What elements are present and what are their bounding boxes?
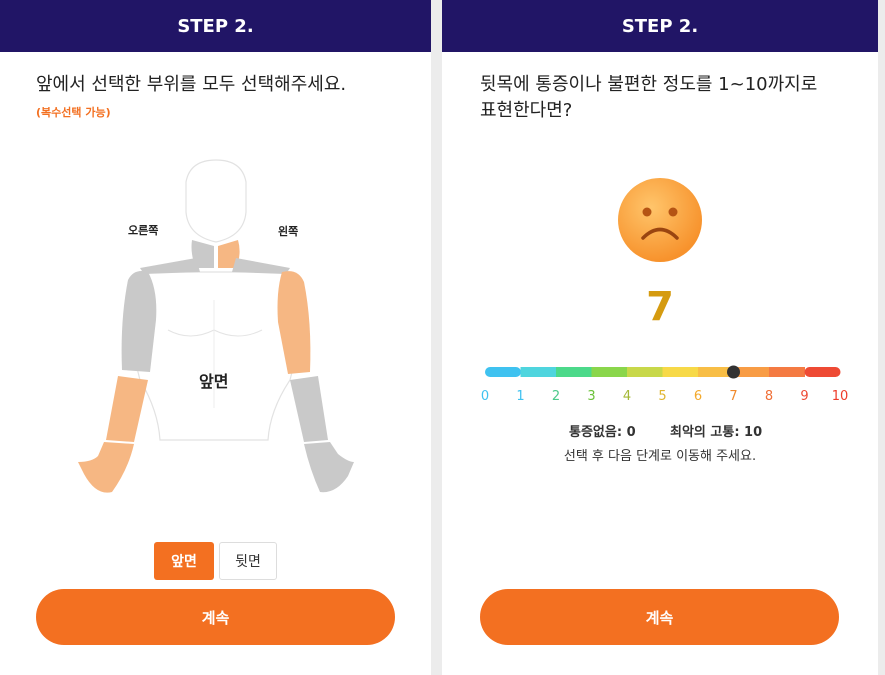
- tick-label: 10: [831, 389, 849, 404]
- score-value: 7: [646, 284, 674, 330]
- right-side-label: 오른쪽: [128, 224, 159, 237]
- tick-label: 3: [587, 389, 596, 404]
- slider-segment[interactable]: [591, 367, 628, 377]
- slider-segment[interactable]: [662, 367, 699, 377]
- view-label: 앞면: [199, 372, 229, 391]
- step-header: STEP 2.: [442, 0, 878, 52]
- continue-button[interactable]: 계속: [480, 589, 839, 645]
- tick-label: 9: [800, 389, 809, 404]
- upper-arm-right-part[interactable]: [121, 271, 157, 372]
- scale-ticks: 0 1 2 3 4 5 6 7 8 9 10: [442, 389, 878, 405]
- slider-segment[interactable]: [485, 367, 521, 377]
- tick-label: 1: [516, 389, 525, 404]
- pain-scale-panel: STEP 2. 뒷목에 통증이나 불편한 정도를 1~10까지로 표현한다면? …: [442, 0, 878, 675]
- hint-text: 선택 후 다음 단계로 이동해 주세요.: [563, 449, 757, 464]
- hand-right-part[interactable]: [78, 442, 134, 493]
- sad-face-icon: [618, 178, 702, 262]
- back-view-button[interactable]: 뒷면: [219, 542, 277, 580]
- question-line-1: 뒷목에 통증이나 불편한 정도를 1~10까지로: [480, 74, 818, 95]
- legend-no-pain: 통증없음: 0: [569, 425, 636, 440]
- tick-label: 2: [551, 389, 561, 404]
- body-diagram: [78, 159, 354, 493]
- forearm-right-part[interactable]: [106, 376, 148, 442]
- left-side-label: 왼쪽: [278, 225, 299, 238]
- slider-segment[interactable]: [627, 367, 663, 377]
- legend-worst-pain: 최악의 고통: 10: [670, 425, 763, 440]
- slider-segment[interactable]: [769, 367, 805, 377]
- tick-label: 4: [622, 389, 632, 404]
- slider-segment[interactable]: [520, 367, 557, 377]
- tick-label: 8: [764, 389, 774, 404]
- slider-knob[interactable]: [727, 365, 740, 379]
- tick-label: 7: [729, 389, 738, 404]
- tick-label: 5: [658, 389, 667, 404]
- tick-label: 0: [480, 389, 490, 404]
- tick-label: 6: [693, 389, 703, 404]
- slider-segment[interactable]: [556, 367, 592, 377]
- forearm-left-part[interactable]: [290, 376, 328, 442]
- front-view-button[interactable]: 앞면: [154, 542, 214, 580]
- shoulder-right-part[interactable]: [140, 258, 200, 274]
- pain-slider[interactable]: [442, 360, 878, 384]
- question-text: 앞에서 선택한 부위를 모두 선택해주세요.: [36, 74, 347, 95]
- shoulder-left-part[interactable]: [232, 258, 290, 274]
- multi-select-note: (복수선택 가능): [36, 106, 111, 119]
- head-outline: [185, 159, 247, 243]
- step-header: STEP 2.: [0, 0, 431, 52]
- body-part-panel: STEP 2. 앞에서 선택한 부위를 모두 선택해주세요. (복수선택 가능)…: [0, 0, 431, 675]
- slider-segment[interactable]: [804, 367, 841, 377]
- hand-left-part[interactable]: [304, 442, 354, 493]
- question-line-2: 표현한다면?: [480, 100, 573, 121]
- continue-button[interactable]: 계속: [36, 589, 395, 645]
